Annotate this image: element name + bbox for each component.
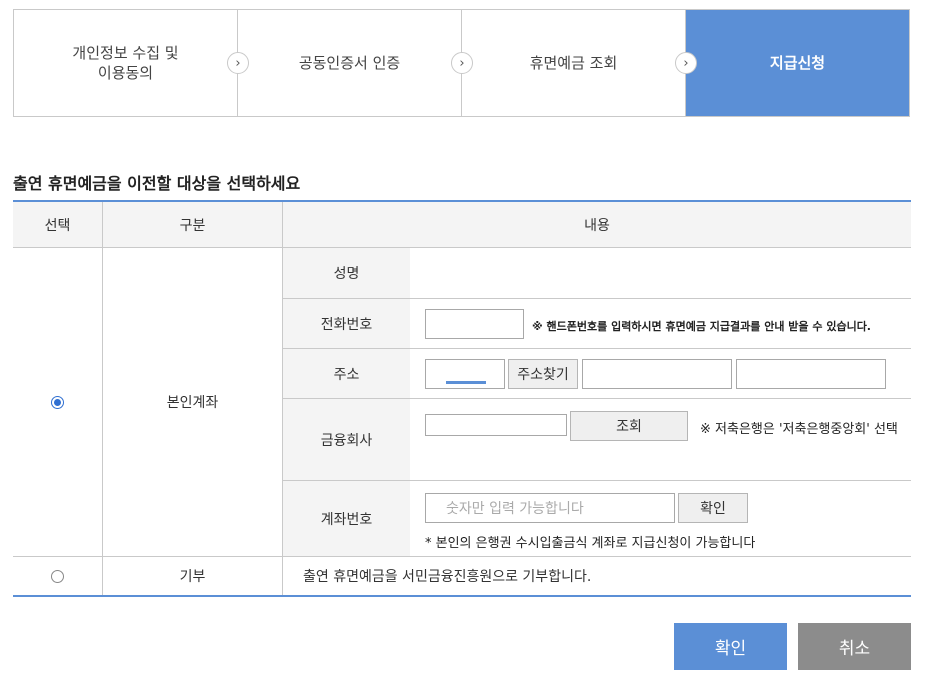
- account-label: 계좌번호: [283, 481, 410, 556]
- category-donate: 기부: [103, 557, 283, 595]
- account-row: 계좌번호 숫자만 입력 가능합니다 확인 * 본인의 은행권 수시입출금식 계좌…: [283, 481, 911, 556]
- phone-note: ※ 핸드폰번호를 입력하시면 휴면예금 지급결과를 안내 받을 수 있습니다.: [532, 320, 871, 333]
- select-cell: [13, 248, 103, 556]
- postcode-input[interactable]: [425, 359, 505, 389]
- phone-row: 전화번호 ※ 핸드폰번호를 입력하시면 휴면예금 지급결과를 안내 받을 수 있…: [283, 299, 911, 349]
- table-row-own-account: 본인계좌 성명 전화번호 ※ 핸드폰번호를 입력하시면 휴면예금 지급결과를 안…: [13, 248, 911, 557]
- step-certificate: 공동인증서 인증 ›: [238, 10, 473, 116]
- name-value: [410, 248, 911, 298]
- name-label: 성명: [283, 248, 410, 298]
- account-number-input[interactable]: 숫자만 입력 가능합니다: [425, 493, 675, 523]
- header-content: 내용: [584, 217, 610, 234]
- bank-select[interactable]: [425, 414, 567, 436]
- name-row: 성명: [283, 248, 911, 299]
- cancel-button[interactable]: 취소: [798, 623, 911, 670]
- bank-note: ※ 저축은행은 '저축은행중앙회' 선택: [700, 422, 898, 437]
- bank-row: 금융회사 조회 ※ 저축은행은 '저축은행중앙회' 선택: [283, 399, 911, 481]
- section-title: 출연 휴면예금을 이전할 대상을 선택하세요: [13, 174, 301, 193]
- donate-radio[interactable]: [51, 569, 64, 583]
- step-label: 개인정보 수집 및 이용동의: [72, 44, 179, 82]
- step-label: 지급신청: [769, 54, 826, 72]
- phone-input[interactable]: [425, 309, 524, 339]
- account-confirm-button[interactable]: 확인: [678, 493, 748, 523]
- table-header: 선택 구분 내용: [13, 202, 911, 248]
- chevron-right-icon: ›: [451, 52, 473, 74]
- step-label: 휴면예금 조회: [529, 54, 618, 72]
- address-label: 주소: [283, 349, 410, 398]
- step-progress-bar: 개인정보 수집 및 이용동의 › 공동인증서 인증 › 휴면예금 조회 › 지급…: [13, 9, 910, 117]
- step-inquiry: 휴면예금 조회 ›: [462, 10, 697, 116]
- transfer-target-table: 선택 구분 내용 본인계좌 성명 전화번호 ※ 핸드폰번호를 입력하시면 휴면예…: [13, 200, 911, 597]
- chevron-right-icon: ›: [227, 52, 249, 74]
- donate-content: 출연 휴면예금을 서민금융진흥원으로 기부합니다.: [303, 569, 592, 585]
- bank-lookup-button[interactable]: 조회: [570, 411, 688, 441]
- account-note: * 본인의 은행권 수시입출금식 계좌로 지급신청이 가능합니다: [425, 536, 756, 551]
- own-account-form: 성명 전화번호 ※ 핸드폰번호를 입력하시면 휴면예금 지급결과를 안내 받을 …: [283, 248, 911, 556]
- own-account-radio[interactable]: [51, 395, 64, 409]
- address-input[interactable]: [582, 359, 732, 389]
- address-row: 주소 주소찾기: [283, 349, 911, 399]
- phone-label: 전화번호: [283, 299, 410, 348]
- category-own-account: 본인계좌: [103, 248, 283, 556]
- table-row-donate: 기부 출연 휴면예금을 서민금융진흥원으로 기부합니다.: [13, 557, 911, 595]
- confirm-button[interactable]: 확인: [674, 623, 787, 670]
- step-payment-request: 지급신청: [686, 10, 909, 116]
- bank-label: 금융회사: [283, 399, 410, 480]
- address-detail-input[interactable]: [736, 359, 886, 389]
- header-category: 구분: [103, 202, 283, 247]
- chevron-right-icon: ›: [675, 52, 697, 74]
- address-search-button[interactable]: 주소찾기: [508, 359, 578, 389]
- select-cell: [13, 557, 103, 595]
- step-label: 공동인증서 인증: [298, 54, 401, 72]
- postcode-cursor: [446, 381, 486, 384]
- header-select: 선택: [13, 202, 103, 247]
- step-consent: 개인정보 수집 및 이용동의 ›: [14, 10, 249, 116]
